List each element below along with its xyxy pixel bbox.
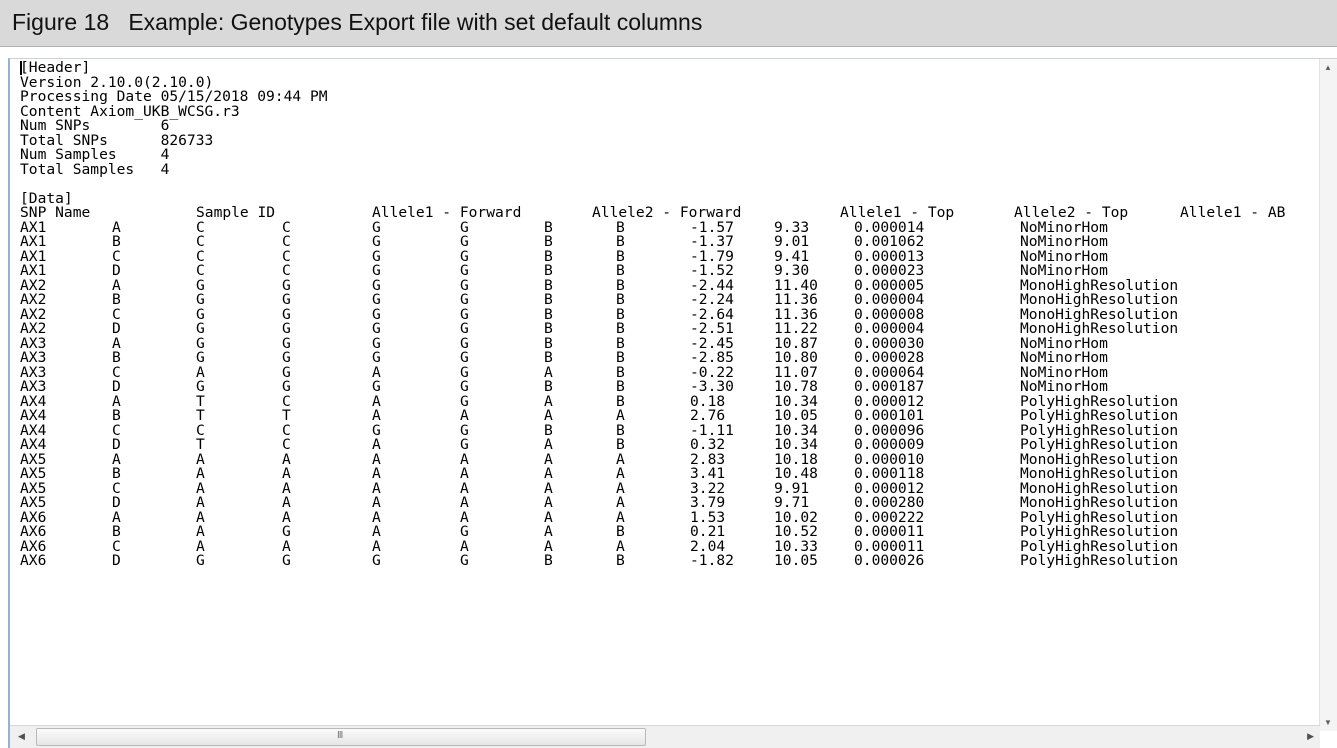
data-cell: -1.82 — [690, 552, 734, 569]
data-cell: D — [112, 552, 121, 569]
text-editor-window[interactable]: [Header] Version 2.10.0(2.10.0) Processing… — [8, 58, 1337, 748]
data-cell: 10.05 — [774, 552, 818, 569]
header-line: Total SNPs 826733 — [20, 131, 214, 149]
column-header: Allele1 - Forward — [372, 204, 522, 221]
data-cell: AX6 — [20, 552, 47, 569]
header-line — [20, 177, 1326, 192]
data-cell: G — [372, 552, 381, 569]
file-content[interactable]: [Header] Version 2.10.0(2.10.0) Processing… — [20, 61, 1326, 721]
scroll-right-arrow-icon[interactable]: ▶ — [1307, 731, 1314, 742]
column-header-line: SNP Name Sample ID Allele1 - Forward Allele… — [20, 204, 1326, 221]
data-row: AX1 C C C G G B B -1.79 9.41 0.000013 NoMinorHom — [20, 249, 1326, 265]
data-row: AX3 B G G G G B B -2.85 10.80 0.000028 NoMinorHom — [20, 350, 1326, 366]
header-line: Num SNPs 6 — [20, 117, 170, 134]
scroll-left-arrow-icon[interactable]: ◀ — [18, 731, 25, 742]
data-row: AX1 B C C G G B B -1.37 9.01 0.001062 NoMinorHom — [20, 234, 1326, 250]
scroll-up-arrow-icon[interactable]: ▲ — [1324, 63, 1332, 72]
header-line: Num Samples 4 — [20, 146, 170, 163]
data-cell: G — [196, 552, 205, 569]
vertical-scrollbar[interactable]: ▲ ▼ — [1319, 59, 1337, 731]
data-cell: B — [544, 552, 553, 569]
horizontal-scroll-thumb[interactable]: III — [36, 728, 646, 746]
data-row: AX1 A C C G G B B -1.57 9.33 0.000014 NoMinorHom — [20, 220, 1326, 236]
data-cell: G — [460, 552, 469, 569]
data-cell: G — [282, 552, 291, 569]
data-row: AX3 A G G G G B B -2.45 10.87 0.000030 NoMinorHom — [20, 336, 1326, 352]
figure-caption-bar: Figure 18 Example: Genotypes Export file… — [0, 0, 1337, 47]
header-line: Total Samples 4 — [20, 160, 170, 178]
data-row: AX2 D G G G G B B -2.51 11.22 0.000004 MonoHighReso… — [20, 321, 1326, 337]
data-row: AX6 D G G G G B B -1.82 10.05 0.000026 PolyHighReso… — [20, 552, 1326, 569]
column-header: Allele1 - AB — [1180, 204, 1286, 221]
figure-caption: Figure 18 Example: Genotypes Export file… — [12, 9, 703, 35]
data-row: AX3 C A G A G A B -0.22 11.07 0.000064 NoMinorHom — [20, 365, 1326, 381]
scroll-grip-icon: III — [337, 730, 343, 741]
horizontal-scrollbar[interactable]: ◀ III ▶ — [10, 725, 1320, 748]
header-line: Content Axiom_UKB_WCSG.r3 — [20, 102, 240, 120]
scroll-down-arrow-icon[interactable]: ▼ — [1324, 718, 1332, 727]
data-cell: B — [616, 552, 625, 569]
header-line: [Header] — [20, 61, 91, 76]
data-cell: 0.000026 — [854, 552, 925, 569]
data-cell: PolyHighResolution — [1020, 552, 1179, 569]
column-header: Sample ID — [196, 204, 276, 221]
